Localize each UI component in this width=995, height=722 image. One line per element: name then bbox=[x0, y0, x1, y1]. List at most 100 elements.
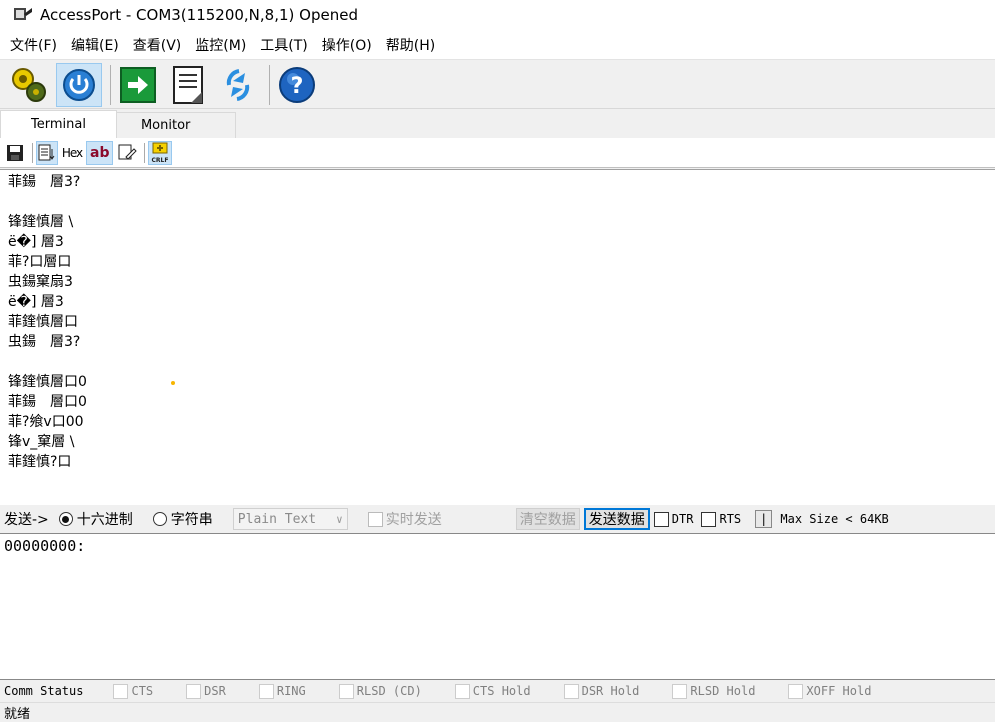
help-button[interactable]: ? bbox=[274, 63, 320, 107]
save-icon bbox=[7, 144, 23, 161]
terminal-toolbar: Hex ab CRLF bbox=[0, 138, 995, 168]
comm-status-label: Comm Status bbox=[4, 684, 84, 698]
checkbox-box bbox=[563, 683, 579, 699]
svg-text:CRLF: CRLF bbox=[152, 157, 169, 164]
menu-monitor[interactable]: 监控(M) bbox=[189, 35, 252, 55]
toolbar-separator bbox=[32, 142, 33, 163]
save-button[interactable] bbox=[4, 141, 26, 165]
power-button[interactable] bbox=[56, 62, 102, 107]
status-rlsd-hold: RLSD Hold bbox=[672, 683, 756, 699]
status-cts-label: CTS bbox=[131, 684, 154, 698]
config-button[interactable] bbox=[6, 63, 52, 107]
status-ring: RING bbox=[258, 683, 306, 699]
status-ring-label: RING bbox=[276, 684, 306, 698]
menu-bar: 文件(F) 编辑(E) 查看(V) 监控(M) 工具(T) 操作(O) 帮助(H… bbox=[0, 30, 995, 60]
rts-checkbox[interactable]: RTS bbox=[701, 511, 741, 527]
power-icon bbox=[63, 68, 95, 101]
window-title: AccessPort - COM3(115200,N,8,1) Opened bbox=[40, 6, 358, 24]
terminal-line: 锋v_窠層 \ bbox=[8, 434, 75, 450]
status-bar: 就绪 bbox=[0, 702, 995, 722]
status-xoff-hold: XOFF Hold bbox=[788, 683, 872, 699]
hex-icon: Hex bbox=[61, 145, 83, 160]
crlf-icon: CRLF bbox=[152, 142, 169, 164]
gear-icon bbox=[12, 67, 46, 102]
realtime-send-checkbox[interactable]: 实时发送 bbox=[367, 509, 442, 529]
menu-help[interactable]: 帮助(H) bbox=[380, 35, 441, 55]
checkbox-box bbox=[338, 683, 354, 699]
tab-terminal[interactable]: Terminal bbox=[0, 110, 117, 138]
terminal-line: 菲?飨v口00 bbox=[8, 414, 84, 430]
send-data-content: 00000000: bbox=[4, 537, 86, 555]
hex-radio[interactable]: 十六进制 bbox=[58, 509, 133, 529]
autoscroll-button[interactable] bbox=[36, 140, 58, 165]
menu-operation[interactable]: 操作(O) bbox=[316, 35, 378, 55]
checkbox-box bbox=[113, 683, 129, 699]
format-select[interactable]: Plain Text ∨ bbox=[232, 508, 348, 530]
status-rlsd-label: RLSD (CD) bbox=[356, 684, 422, 698]
dtr-label: DTR bbox=[671, 512, 694, 526]
menu-tools[interactable]: 工具(T) bbox=[254, 35, 313, 55]
send-data-button[interactable]: 发送数据 bbox=[583, 508, 650, 530]
checkbox-box bbox=[788, 683, 804, 699]
edit-icon bbox=[118, 144, 138, 160]
send-label: 发送-> bbox=[4, 512, 49, 528]
terminal-line: 菲鍚 層3? bbox=[8, 174, 81, 190]
terminal-output[interactable]: 菲鍚 層3? 锋鍷慎層 \ ё�] 層3 菲?口層口 虫鍚窠扇3 ё�] 層3 … bbox=[0, 169, 995, 505]
string-radio-label: 字符串 bbox=[170, 512, 213, 528]
max-size-label: Max Size < 64KB bbox=[780, 512, 889, 526]
crlf-button[interactable]: CRLF bbox=[148, 140, 173, 165]
arrow-right-icon bbox=[120, 66, 156, 103]
toolbar-separator bbox=[144, 142, 146, 163]
string-radio[interactable]: 字符串 bbox=[152, 509, 213, 529]
comm-status-bar: Comm Status CTS DSR RING RLSD (CD) CTS H… bbox=[0, 681, 995, 701]
edit-button[interactable] bbox=[116, 141, 138, 165]
terminal-line: ё�] 層3 bbox=[8, 234, 64, 250]
terminal-line: 菲?口層口 bbox=[8, 254, 72, 270]
terminal-line: ё�] 層3 bbox=[8, 294, 64, 310]
terminal-line: 锋鍷慎層口0 bbox=[8, 374, 87, 390]
connect-button[interactable] bbox=[115, 63, 161, 107]
radio-circle bbox=[152, 512, 167, 526]
checkbox-box bbox=[186, 683, 202, 699]
status-cts: CTS bbox=[113, 683, 154, 699]
tab-monitor[interactable]: Monitor bbox=[115, 112, 236, 138]
terminal-line: 菲鍷慎?口 bbox=[8, 454, 72, 470]
toolbar-separator bbox=[269, 64, 270, 105]
terminal-line: 虫鍚 層3? bbox=[8, 334, 81, 350]
hex-radio-label: 十六进制 bbox=[76, 512, 133, 528]
tab-bar: Terminal Monitor bbox=[0, 110, 995, 138]
status-dsr-hold: DSR Hold bbox=[563, 683, 640, 699]
radio-circle bbox=[58, 512, 73, 526]
status-dsr-hold-label: DSR Hold bbox=[581, 684, 640, 698]
help-icon: ? bbox=[279, 66, 315, 103]
dtr-checkbox[interactable]: DTR bbox=[653, 511, 694, 527]
document-button[interactable] bbox=[165, 63, 211, 107]
status-rlsd-hold-label: RLSD Hold bbox=[690, 684, 756, 698]
terminal-line: 菲鍚 層口0 bbox=[8, 394, 87, 410]
terminal-line: 锋鍷慎層 \ bbox=[8, 214, 74, 230]
checkbox-box bbox=[367, 511, 383, 527]
hex-button[interactable]: Hex bbox=[61, 141, 83, 165]
send-bar: 发送-> 十六进制 字符串 Plain Text ∨ 实时发送 清空数据 发送数… bbox=[0, 505, 995, 533]
status-xoff-hold-label: XOFF Hold bbox=[806, 684, 872, 698]
status-dsr: DSR bbox=[186, 683, 226, 699]
checkbox-box bbox=[672, 683, 688, 699]
pipe-button[interactable]: | bbox=[755, 510, 773, 528]
clear-data-button[interactable]: 清空数据 bbox=[515, 508, 580, 530]
toolbar-separator bbox=[110, 64, 111, 105]
menu-edit[interactable]: 编辑(E) bbox=[65, 35, 125, 55]
ab-icon: ab bbox=[90, 144, 110, 161]
ab-button[interactable]: ab bbox=[86, 140, 114, 165]
checkbox-box bbox=[701, 511, 717, 527]
send-data-editor[interactable]: 00000000: bbox=[0, 533, 995, 680]
svg-text:?: ? bbox=[291, 74, 304, 99]
document-icon bbox=[173, 65, 203, 104]
realtime-send-label: 实时发送 bbox=[385, 512, 442, 528]
menu-file[interactable]: 文件(F) bbox=[4, 35, 63, 55]
cursor-dot bbox=[171, 381, 175, 385]
refresh-icon bbox=[226, 68, 250, 101]
menu-view[interactable]: 查看(V) bbox=[127, 35, 188, 55]
refresh-button[interactable] bbox=[215, 63, 261, 107]
